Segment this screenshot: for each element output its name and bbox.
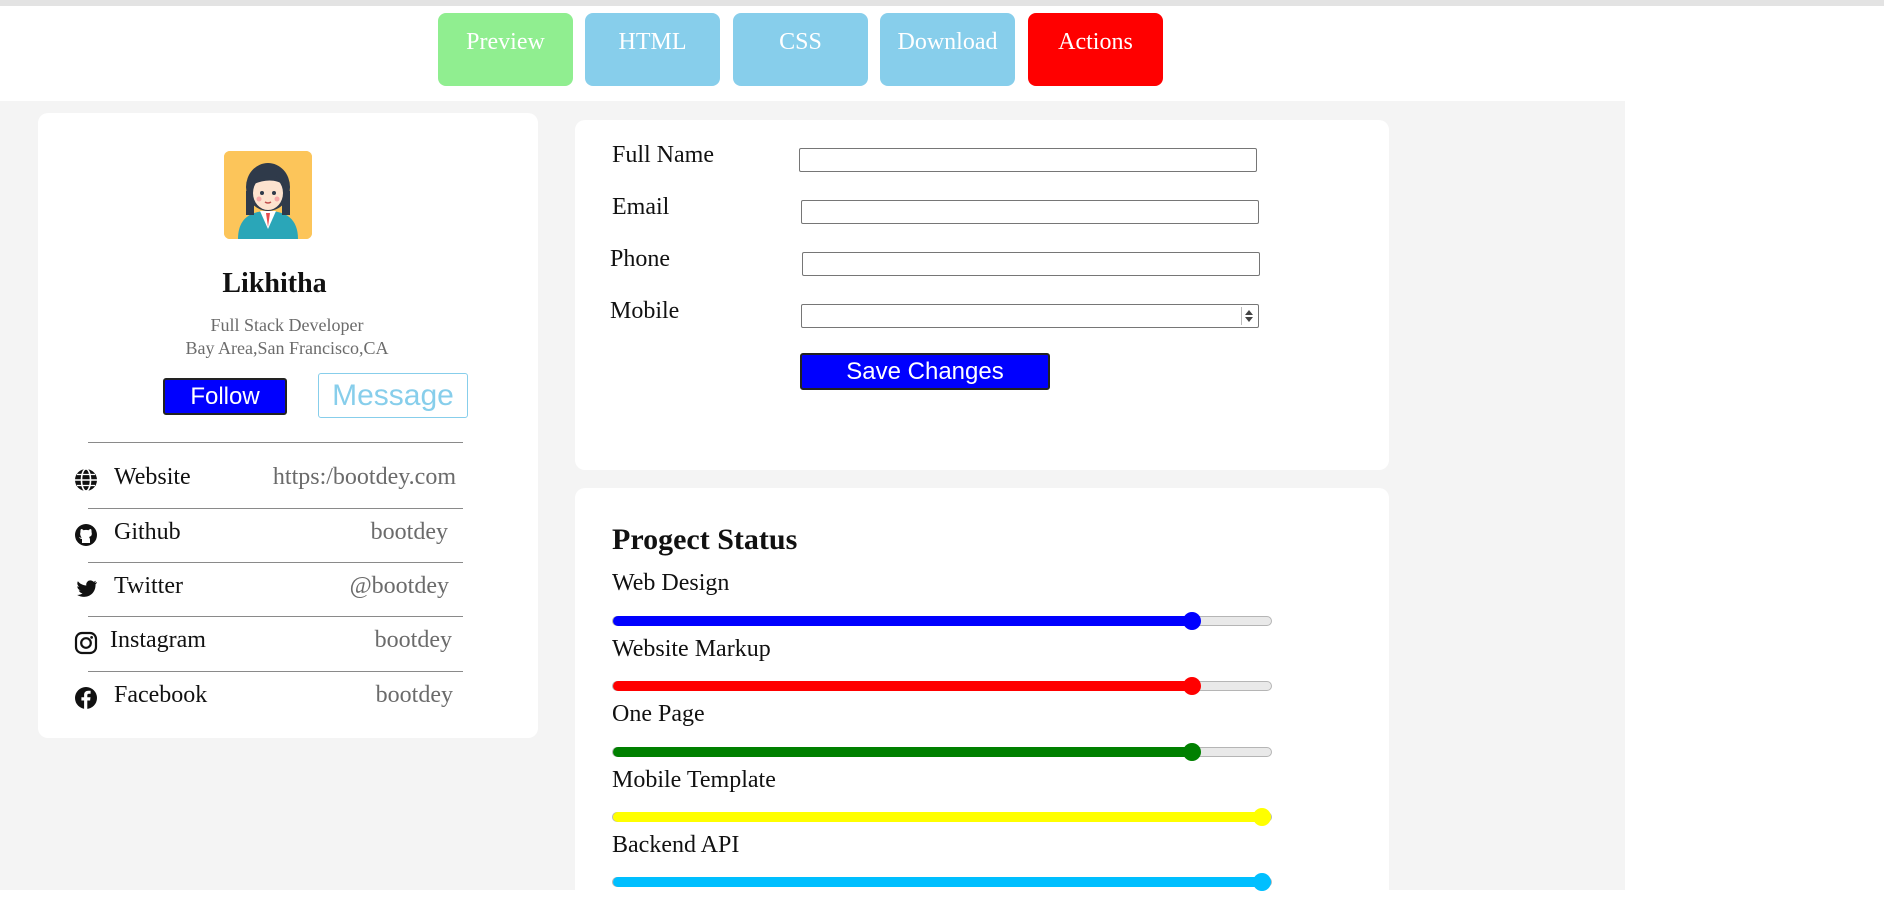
phone-label: Phone [610, 246, 670, 272]
social-row-facebook: Facebook bootdey [74, 678, 464, 718]
progress-slider[interactable] [612, 612, 1272, 630]
globe-icon [75, 468, 97, 492]
social-label: Github [114, 519, 181, 545]
divider [88, 442, 463, 443]
social-link[interactable]: bootdey [371, 519, 448, 546]
divider [88, 616, 463, 617]
divider [88, 508, 463, 509]
social-label: Facebook [114, 682, 208, 708]
email-input[interactable] [801, 200, 1259, 224]
progress-thumb[interactable] [1253, 873, 1271, 891]
progress-fill [613, 681, 1192, 691]
girl-avatar-icon [224, 151, 312, 239]
social-row-website: Website https:/bootdey.com [74, 460, 464, 500]
social-label: Instagram [110, 627, 206, 653]
progress-fill [613, 616, 1192, 626]
progress-thumb[interactable] [1183, 612, 1201, 630]
tab-actions[interactable]: Actions [1028, 13, 1163, 86]
progress-label: Website Markup [612, 636, 771, 662]
twitter-icon [77, 580, 97, 597]
email-label: Email [612, 194, 670, 220]
social-row-github: Github bootdey [74, 515, 464, 555]
divider [88, 562, 463, 563]
spinner-arrows-icon[interactable] [1241, 307, 1256, 325]
social-link[interactable]: https:/bootdey.com [273, 464, 456, 491]
facebook-icon [75, 687, 97, 709]
github-icon [75, 524, 97, 546]
progress-fill [613, 877, 1271, 887]
social-link[interactable]: bootdey [375, 627, 452, 654]
profile-card: Likhitha Full Stack Developer Bay Area,S… [38, 113, 538, 738]
progress-label: Web Design [612, 570, 730, 596]
browser-top-edge [0, 0, 1884, 6]
progress-slider[interactable] [612, 677, 1272, 695]
follow-button[interactable]: Follow [163, 378, 287, 415]
tab-preview[interactable]: Preview [438, 13, 573, 86]
social-label: Website [114, 464, 191, 490]
message-button[interactable]: Message [318, 373, 468, 418]
phone-input[interactable] [802, 252, 1260, 276]
tab-css[interactable]: CSS [733, 13, 868, 86]
mobile-label: Mobile [610, 298, 680, 324]
social-link[interactable]: @bootdey [350, 573, 449, 600]
save-changes-button[interactable]: Save Changes [800, 353, 1050, 390]
progress-fill [613, 747, 1192, 757]
progress-fill [613, 812, 1271, 822]
progress-slider[interactable] [612, 743, 1272, 761]
avatar [224, 151, 312, 239]
progress-slider[interactable] [612, 808, 1272, 826]
social-link[interactable]: bootdey [376, 682, 453, 709]
tab-download[interactable]: Download [880, 13, 1015, 86]
project-status-card: Progect Status Web Design Website Markup… [575, 488, 1389, 908]
social-row-twitter: Twitter @bootdey [74, 569, 464, 609]
full-name-input[interactable] [799, 148, 1257, 172]
progress-label: Mobile Template [612, 767, 776, 793]
instagram-icon [74, 631, 98, 655]
project-status-title: Progect Status [612, 523, 798, 556]
progress-label: Backend API [612, 832, 740, 858]
profile-location: Bay Area,San Francisco,CA [185, 338, 389, 358]
progress-slider[interactable] [612, 873, 1272, 891]
full-name-label: Full Name [612, 142, 714, 168]
progress-label: One Page [612, 701, 705, 727]
progress-thumb[interactable] [1183, 743, 1201, 761]
profile-title: Full Stack Developer [210, 315, 364, 335]
social-label: Twitter [114, 573, 183, 599]
tab-html[interactable]: HTML [585, 13, 720, 86]
profile-name: Likhitha [222, 268, 327, 299]
mobile-number-input[interactable] [801, 304, 1259, 328]
progress-thumb[interactable] [1183, 677, 1201, 695]
divider [88, 671, 463, 672]
settings-form-card: Full Name Email Phone Mobile Save Change… [575, 120, 1389, 470]
progress-thumb[interactable] [1253, 808, 1271, 826]
social-row-instagram: Instagram bootdey [74, 623, 464, 663]
